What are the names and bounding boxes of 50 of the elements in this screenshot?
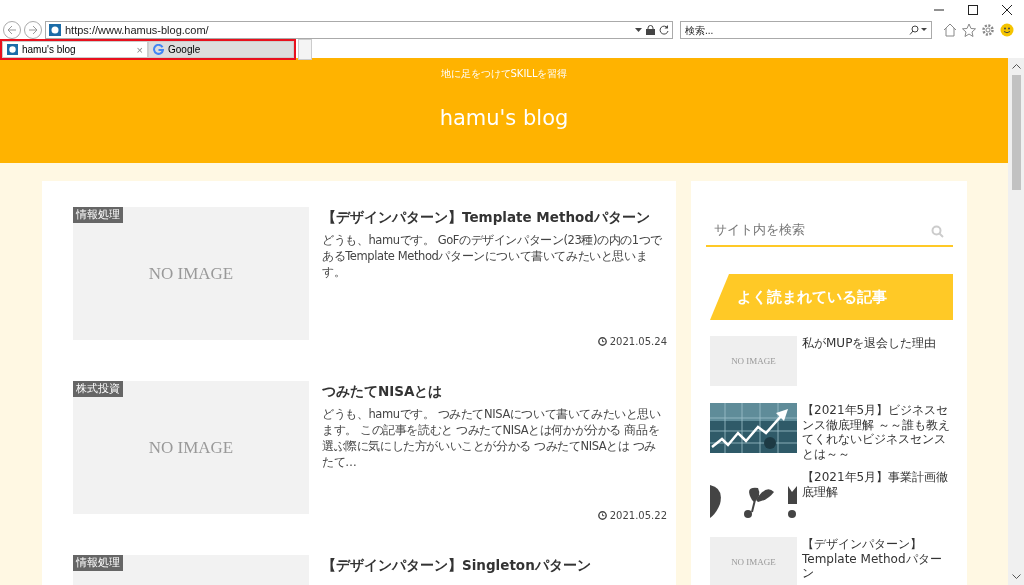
article-title[interactable]: つみたてNISAとは (322, 381, 667, 400)
address-bar[interactable]: https://www.hamus-blog.com/ (45, 21, 673, 39)
clock-icon (597, 337, 607, 346)
settings-icon[interactable] (981, 23, 995, 37)
category-label: 株式投資 (73, 381, 123, 397)
popular-post-title[interactable]: 【2021年5月】事業計画徹底理解 (802, 470, 952, 530)
back-button[interactable] (3, 21, 21, 39)
scroll-thumb[interactable] (1011, 75, 1021, 190)
article-title[interactable]: 【デザインパターン】Template Methodパターン (322, 207, 667, 226)
site-icon (49, 24, 61, 36)
article-excerpt: どうも、hamuです。 GoFのデザインパターン(23種)の内の1つであるTemplate Methodパターンについて書いてみたいと思います。 (322, 232, 663, 280)
home-icon[interactable] (943, 23, 957, 37)
star-icon[interactable] (962, 23, 976, 37)
category-label: 情報処理 (73, 555, 123, 571)
popular-post-title[interactable]: 【デザインパターン】Template Methodパターン (802, 537, 952, 585)
browser-tab[interactable]: hamu's blog × (2, 41, 148, 58)
article-thumbnail[interactable]: 情報処理 (73, 555, 309, 585)
no-image-placeholder: NO IMAGE (731, 356, 776, 366)
article-excerpt: どうも、hamuです。 つみたてNISAについて書いてみたいと思います。 この記事を読むと つみたてNISAとは何かが分かる 商品を選ぶ際に気にした方がいいことが分かる つみたてNISAとは つみたて… (322, 406, 662, 470)
article-title[interactable]: 【デザインパターン】Singletonパターン (322, 555, 667, 574)
scroll-up-icon[interactable] (1011, 64, 1021, 69)
blog-tagline: 地に足をつけてSKILLを習得 (440, 67, 568, 81)
browser-tab[interactable]: Google (148, 41, 294, 58)
category-label: 情報処理 (73, 207, 123, 223)
address-text: https://www.hamus-blog.com/ (65, 24, 210, 36)
refresh-icon[interactable] (659, 25, 669, 35)
forward-button[interactable] (24, 21, 42, 39)
popular-post-title[interactable]: 私がMUPを退会した理由 (802, 336, 952, 396)
close-tab-icon[interactable]: × (136, 43, 143, 56)
post-date: 2021.05.24 (609, 336, 667, 347)
lock-icon (646, 25, 655, 35)
google-icon (153, 44, 164, 55)
close-icon[interactable] (1002, 5, 1012, 15)
article-thumbnail[interactable]: NO IMAGE 情報処理 (73, 207, 309, 340)
search-field[interactable]: 検索... (680, 21, 932, 39)
no-image-placeholder: NO IMAGE (148, 437, 234, 458)
clock-icon (597, 511, 607, 520)
section-heading: よく読まれている記事 (710, 274, 953, 320)
site-icon (7, 44, 18, 55)
no-image-placeholder: NO IMAGE (731, 557, 776, 567)
dropdown-icon[interactable] (635, 28, 642, 32)
smiley-icon[interactable] (1000, 23, 1014, 37)
popular-post-title[interactable]: 【2021年5月】ビジネスセンス徹底理解 ～～誰も教えてくれないビジネスセンスとは～～ (802, 403, 952, 463)
article-thumbnail[interactable]: NO IMAGE 株式投資 (73, 381, 309, 514)
scroll-down-icon[interactable] (1011, 574, 1021, 579)
scrollbar[interactable] (1008, 58, 1024, 585)
maximize-icon[interactable] (968, 5, 978, 15)
no-image-placeholder: NO IMAGE (148, 263, 234, 284)
post-date: 2021.05.22 (609, 510, 667, 521)
search-icon[interactable] (909, 25, 927, 35)
